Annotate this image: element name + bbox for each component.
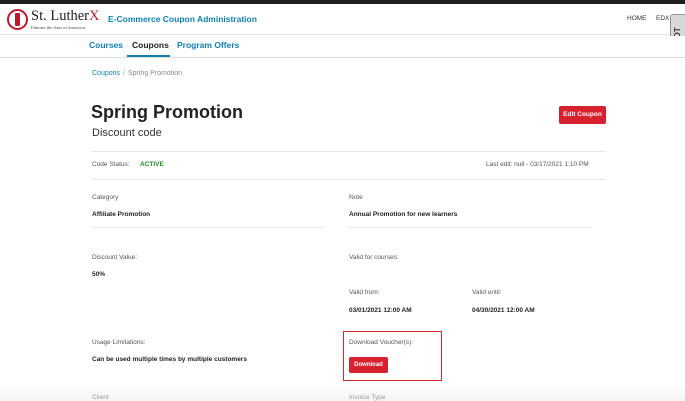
logo-name: St. LutherX bbox=[31, 8, 100, 24]
nav-edx-link[interactable]: EDX bbox=[656, 15, 669, 22]
breadcrumb-coupons-link[interactable]: Coupons bbox=[92, 70, 120, 77]
discount-value: 50% bbox=[92, 271, 106, 278]
breadcrumb-separator: / bbox=[123, 70, 125, 77]
tab-courses[interactable]: Courses bbox=[89, 40, 123, 50]
edit-coupon-button[interactable]: Edit Coupon bbox=[559, 106, 606, 124]
category-label: Category bbox=[92, 194, 119, 201]
coupon-detail-page: St. LutherX Educate the class of tomorro… bbox=[0, 0, 685, 401]
logo-tagline: Educate the class of tomorrow bbox=[31, 25, 86, 30]
valid-from-value: 03/01/2021 12:00 AM bbox=[349, 307, 412, 314]
discount-value-label: Discount Value: bbox=[92, 254, 138, 261]
tab-program-offers[interactable]: Program Offers bbox=[177, 40, 239, 50]
invoice-type-label: Invoice Type bbox=[349, 394, 386, 401]
seal-icon bbox=[7, 9, 28, 30]
status-badge: ACTIVE bbox=[140, 161, 164, 168]
note-value: Annual Promotion for new learners bbox=[349, 211, 458, 218]
valid-from-label: Valid from: bbox=[349, 289, 380, 296]
category-underline bbox=[92, 227, 324, 228]
client-label: Client bbox=[92, 394, 109, 401]
app-title-link[interactable]: E-Commerce Coupon Administration bbox=[108, 14, 257, 24]
note-label: Note bbox=[349, 194, 363, 201]
usage-limitations-value: Can be used multiple times by multiple c… bbox=[92, 356, 247, 363]
category-value: Affiliate Promotion bbox=[92, 211, 151, 218]
valid-until-value: 04/30/2021 12:00 AM bbox=[472, 307, 535, 314]
note-underline bbox=[349, 227, 592, 228]
valid-for-courses-label: Valid for courses: bbox=[349, 254, 399, 261]
page-subtitle: Discount code bbox=[92, 127, 162, 139]
title-divider bbox=[92, 151, 606, 152]
site-logo[interactable]: St. LutherX Educate the class of tomorro… bbox=[7, 8, 107, 34]
nav-home-link[interactable]: HOME bbox=[627, 15, 647, 22]
breadcrumb: Coupons / Spring Promotion bbox=[92, 70, 182, 77]
download-button[interactable]: Download bbox=[349, 357, 388, 373]
status-divider bbox=[92, 179, 606, 180]
valid-until-label: Valid until: bbox=[472, 289, 502, 296]
download-vouchers-label: Download Voucher(s): bbox=[349, 339, 413, 346]
last-edit-text: Last edit: null - 03/17/2021 1:10 PM bbox=[486, 161, 589, 168]
tab-coupons[interactable]: Coupons bbox=[132, 40, 169, 50]
code-status-label: Code Status: bbox=[92, 161, 130, 168]
breadcrumb-current: Spring Promotion bbox=[127, 70, 183, 77]
page-title: Spring Promotion bbox=[91, 102, 243, 122]
top-header: St. LutherX Educate the class of tomorro… bbox=[0, 4, 685, 35]
usage-limitations-label: Usage Limitations: bbox=[92, 339, 146, 346]
section-tabs: Courses Coupons Program Offers bbox=[0, 36, 685, 58]
active-tab-indicator bbox=[127, 55, 170, 57]
